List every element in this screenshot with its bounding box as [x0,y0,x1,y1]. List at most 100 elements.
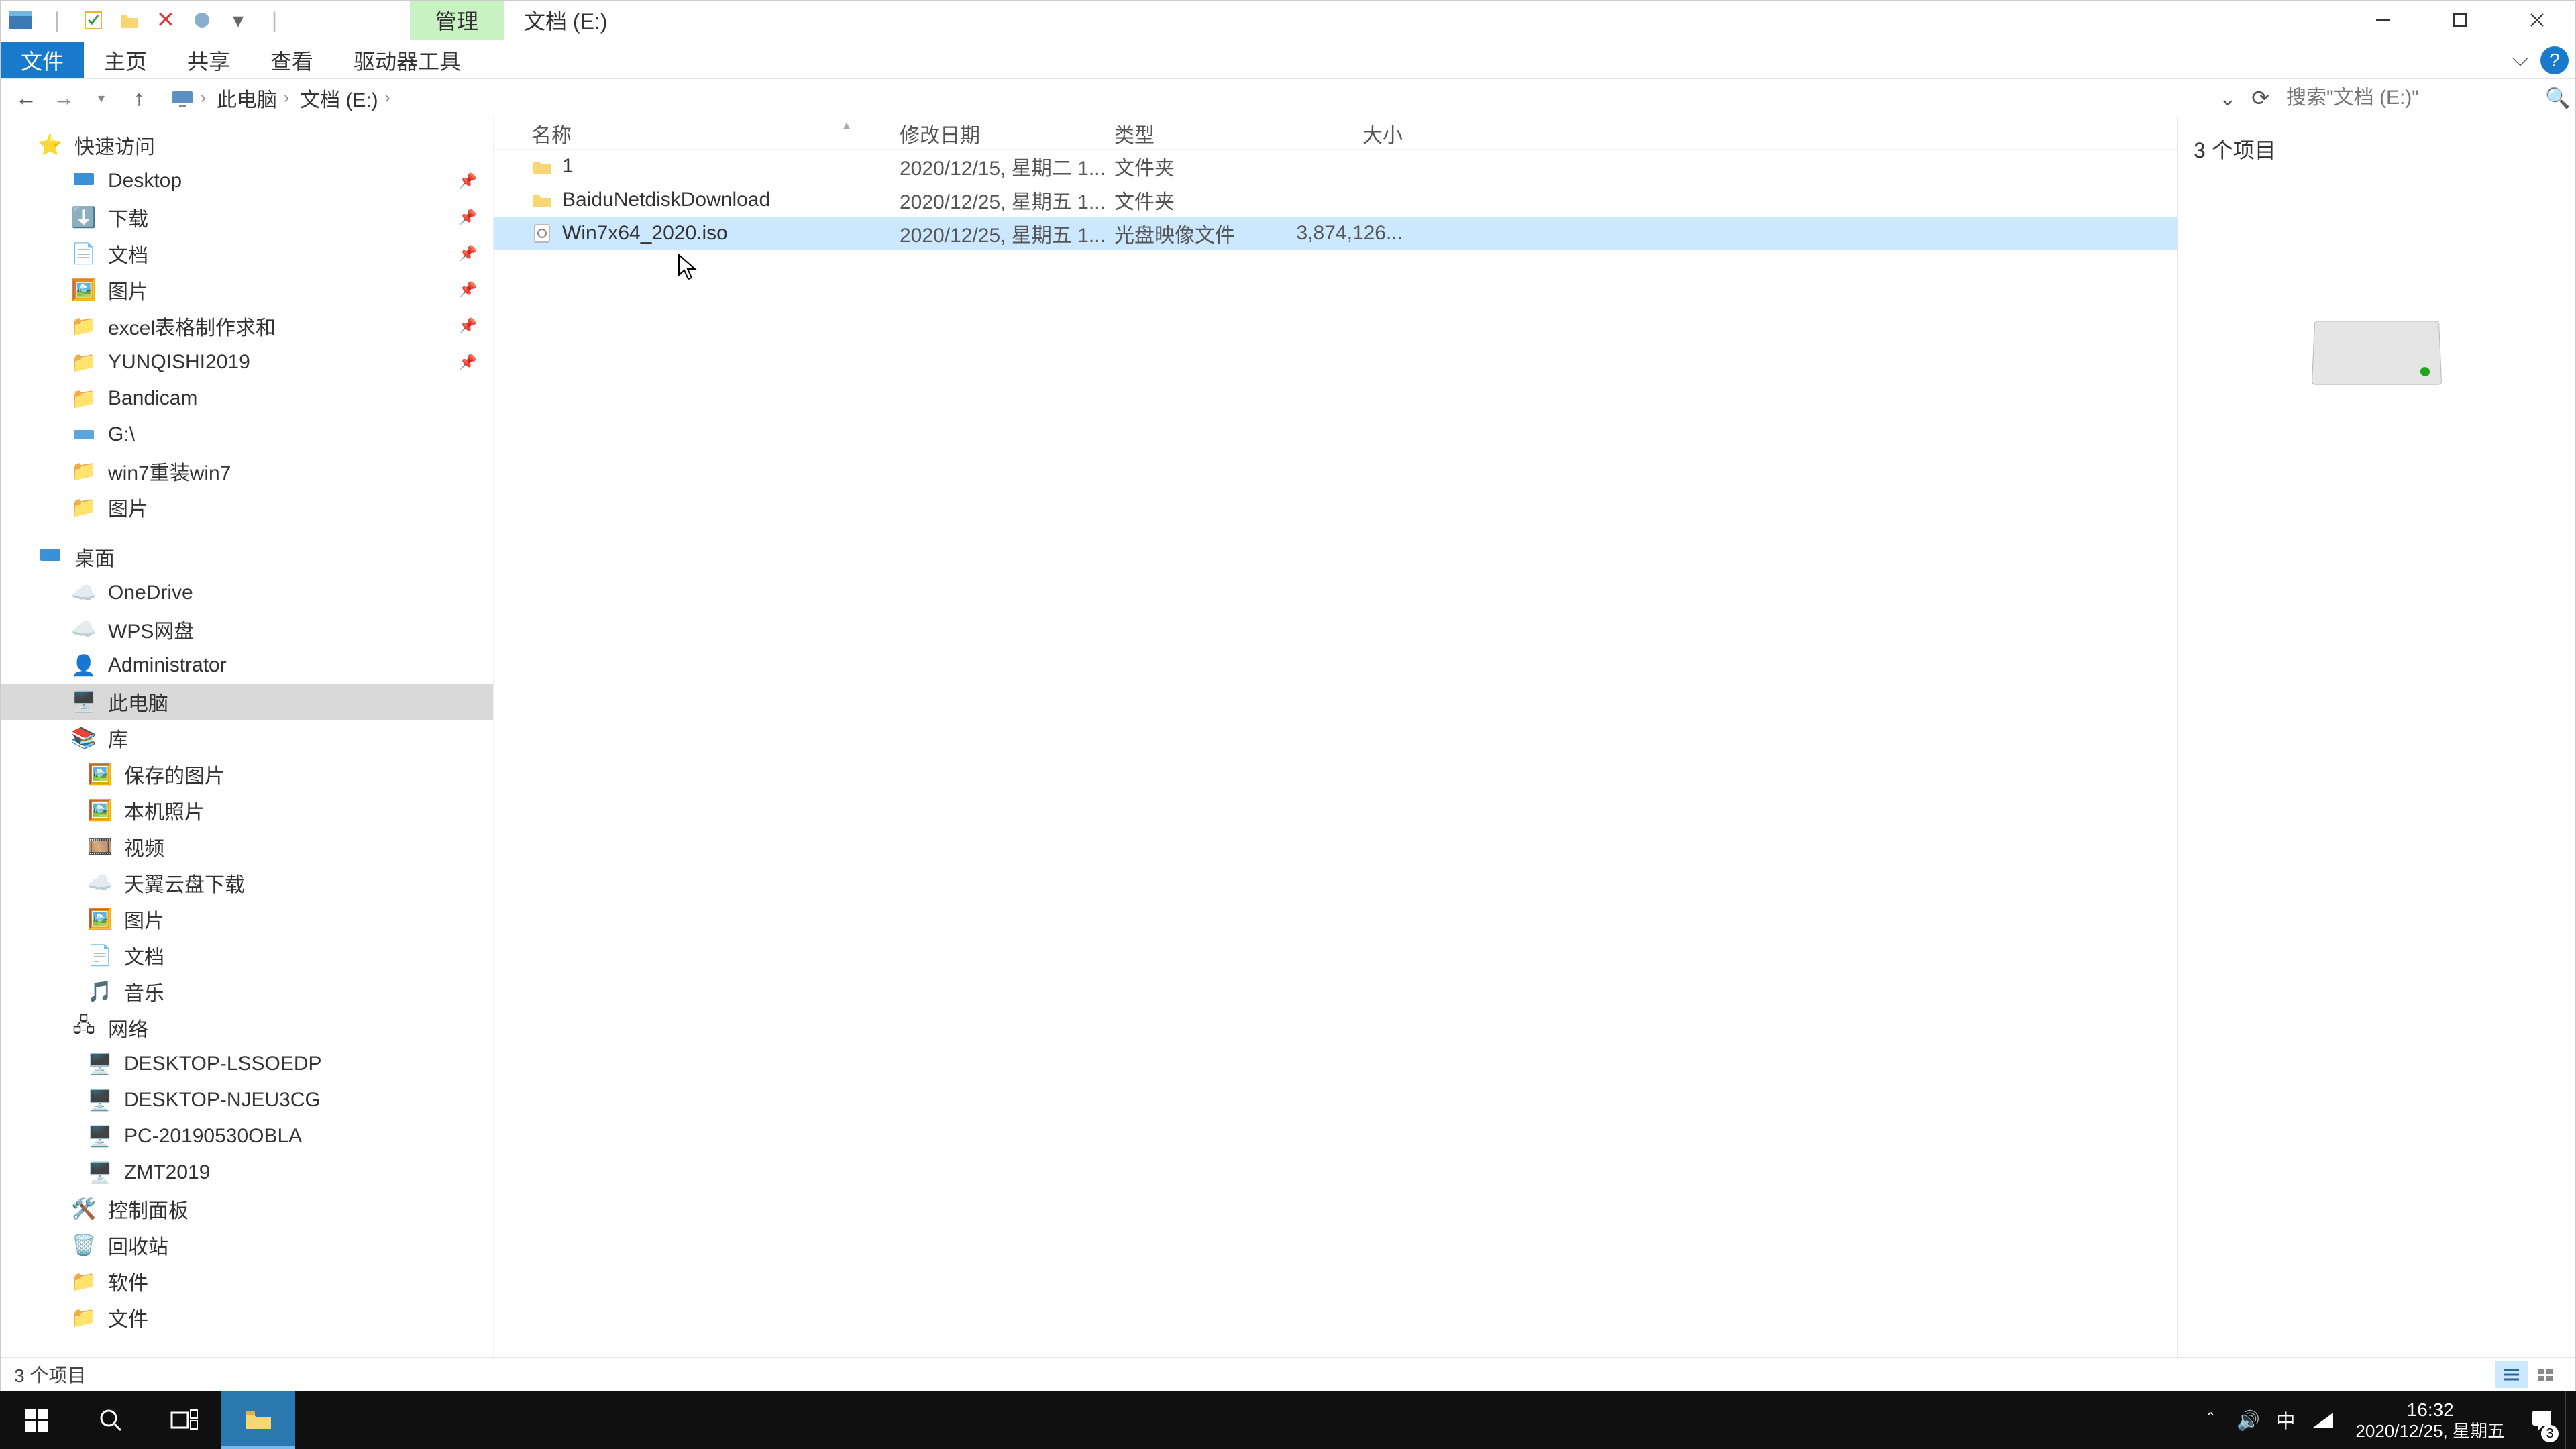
sidebar-item-net3[interactable]: 🖥️PC-20190530OBLA [1,1118,493,1155]
status-text: 3 个项目 [14,1361,86,1388]
action-center-icon[interactable]: 3 [2518,1391,2565,1449]
search-icon[interactable]: 🔍 [2545,87,2570,110]
sidebar-item-savedpics[interactable]: 🖼️保存的图片 [1,756,493,792]
sidebar-item-localpics[interactable]: 🖼️本机照片 [1,792,493,828]
breadcrumb-pc-icon[interactable]: › [166,89,211,107]
column-date[interactable]: 修改日期 [900,119,1114,148]
tab-file[interactable]: 文件 [1,42,84,78]
search-input[interactable] [2286,87,2545,109]
help-icon[interactable]: ? [2540,46,2569,74]
recent-dropdown[interactable]: ▾ [84,83,119,113]
refresh-icon[interactable]: ⟳ [2251,85,2269,111]
drive-illustration [2194,319,2559,386]
sidebar-quick-access[interactable]: ⭐快速访问 [1,127,493,163]
tab-home[interactable]: 主页 [84,42,167,78]
sidebar-item-control-panel[interactable]: 🛠️控制面板 [1,1191,493,1227]
sidebar-item-docs2[interactable]: 📄文档 [1,937,493,973]
sidebar-item-pics3[interactable]: 🖼️图片 [1,901,493,937]
maximize-button[interactable] [2421,1,2498,40]
breadcrumb-bar[interactable]: › 此电脑› 文档 (E:)› [166,83,2209,113]
search-box[interactable]: 🔍 [2279,83,2567,113]
view-details-button[interactable] [2495,1361,2528,1388]
minimize-button[interactable] [2344,1,2421,40]
document-icon: 📄 [88,943,112,967]
sidebar-item-admin[interactable]: 👤Administrator [1,647,493,684]
tray-overflow-icon[interactable]: ˆ [2192,1391,2229,1449]
taskbar-clock[interactable]: 16:32 2020/12/25, 星期五 [2342,1399,2518,1442]
tab-drive-tools[interactable]: 驱动器工具 [333,42,481,78]
sidebar-item-yunqishi[interactable]: 📁YUNQISHI2019📌 [1,344,493,380]
qa-dropdown-icon[interactable]: ▾ [223,5,253,35]
pictures-icon: 🖼️ [88,907,112,931]
file-row[interactable]: 12020/12/15, 星期二 1...文件夹 [494,150,2177,183]
sidebar-item-excel[interactable]: 📁excel表格制作求和📌 [1,308,493,344]
address-dropdown-icon[interactable]: ⌄ [2218,85,2237,111]
sidebar-item-pics2[interactable]: 📁图片 [1,489,493,525]
sidebar-item-desktop[interactable]: Desktop📌 [1,163,493,199]
qa-checkbox-icon[interactable] [78,5,108,35]
sidebar-item-network[interactable]: 🖧网络 [1,1010,493,1046]
sidebar-item-wps[interactable]: ☁️WPS网盘 [1,611,493,647]
file-date: 2020/12/25, 星期五 1... [900,185,1114,215]
pin-icon: 📌 [459,354,477,371]
close-button[interactable] [2498,1,2575,40]
sidebar-item-recycle[interactable]: 🗑️回收站 [1,1227,493,1263]
file-list[interactable]: 12020/12/15, 星期二 1...文件夹BaiduNetdiskDown… [494,150,2177,1357]
sidebar-item-net4[interactable]: 🖥️ZMT2019 [1,1155,493,1191]
sidebar-item-this-pc[interactable]: 🖥️此电脑 [1,684,493,720]
ime-icon[interactable]: 中 [2267,1391,2304,1449]
folder-icon: 📁 [72,495,96,519]
column-headers[interactable]: 名称▲ 修改日期 类型 大小 [494,117,2177,150]
sidebar-item-pictures[interactable]: 🖼️图片📌 [1,272,493,308]
taskbar-explorer[interactable] [221,1391,295,1449]
sidebar-item-bandicam[interactable]: 📁Bandicam [1,380,493,417]
sidebar-item-tianyi[interactable]: ☁️天翼云盘下载 [1,865,493,901]
sidebar-item-files[interactable]: 📁文件 [1,1299,493,1336]
breadcrumb-this-pc[interactable]: 此电脑› [211,83,294,113]
desktop-icon [72,169,96,193]
sidebar-item-g[interactable]: G:\ [1,417,493,453]
sidebar-desktop-section[interactable]: 桌面 [1,539,493,575]
navigation-pane[interactable]: ⭐快速访问 Desktop📌 ⬇️下载📌 📄文档📌 🖼️图片📌 📁excel表格… [1,117,494,1357]
column-type[interactable]: 类型 [1114,119,1295,148]
forward-button[interactable]: → [46,83,81,113]
sort-asc-icon: ▲ [841,119,853,133]
sidebar-item-downloads[interactable]: ⬇️下载📌 [1,199,493,235]
tab-share[interactable]: 共享 [167,42,250,78]
file-row[interactable]: Win7x64_2020.iso2020/12/25, 星期五 1...光盘映像… [494,217,2177,250]
network-icon[interactable] [2304,1391,2342,1449]
qa-settings-icon[interactable] [187,5,217,35]
sidebar-item-documents[interactable]: 📄文档📌 [1,235,493,272]
download-icon: ⬇️ [72,205,96,229]
start-button[interactable] [0,1391,74,1449]
view-icons-button[interactable] [2528,1361,2562,1388]
folder-icon: 📁 [72,459,96,483]
sidebar-item-music[interactable]: 🎵音乐 [1,973,493,1010]
taskbar[interactable]: ˆ 🔊 中 16:32 2020/12/25, 星期五 3 [0,1391,2576,1449]
sidebar-item-video[interactable]: 🎞️视频 [1,828,493,865]
control-panel-icon: 🛠️ [72,1197,96,1221]
qa-close-icon[interactable]: ✕ [151,5,180,35]
tab-view[interactable]: 查看 [250,42,333,78]
sidebar-item-net2[interactable]: 🖥️DESKTOP-NJEU3CG [1,1082,493,1118]
ribbon-expand-icon[interactable]: ⌵ [2512,46,2528,74]
context-tab-manage[interactable]: 管理 [410,1,504,40]
sidebar-item-win7[interactable]: 📁win7重装win7 [1,453,493,489]
show-desktop-button[interactable] [2565,1391,2576,1449]
qa-folder-icon[interactable] [115,5,144,35]
back-button[interactable]: ← [9,83,44,113]
column-name[interactable]: 名称▲ [494,119,900,148]
file-row[interactable]: BaiduNetdiskDownload2020/12/25, 星期五 1...… [494,183,2177,217]
sidebar-item-software[interactable]: 📁软件 [1,1263,493,1299]
breadcrumb-location[interactable]: 文档 (E:)› [294,83,396,113]
sidebar-item-net1[interactable]: 🖥️DESKTOP-LSSOEDP [1,1046,493,1082]
volume-icon[interactable]: 🔊 [2229,1391,2267,1449]
task-view-button[interactable] [148,1391,221,1449]
file-name: 1 [562,155,574,178]
pin-icon: 📌 [459,245,477,262]
sidebar-item-libraries[interactable]: 📚库 [1,720,493,756]
sidebar-item-onedrive[interactable]: ☁️OneDrive [1,575,493,611]
column-size[interactable]: 大小 [1295,119,1409,148]
up-button[interactable]: ↑ [121,83,156,113]
search-button[interactable] [74,1391,148,1449]
